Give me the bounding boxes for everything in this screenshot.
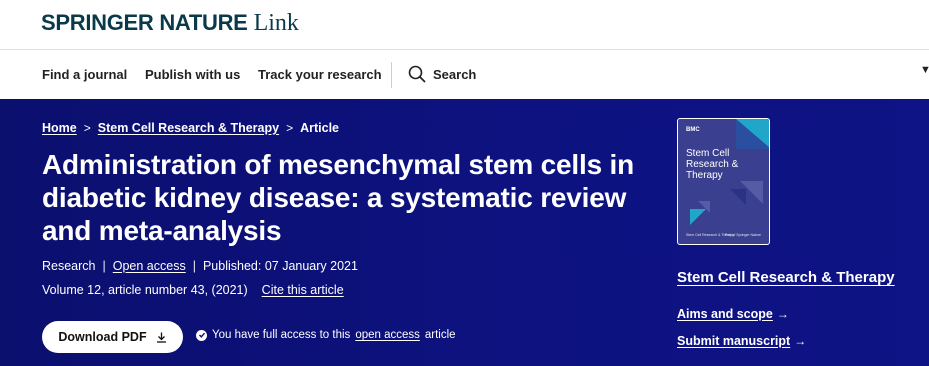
nav-publish-with-us[interactable]: Publish with us: [145, 67, 240, 82]
breadcrumb-journal[interactable]: Stem Cell Research & Therapy: [98, 121, 279, 135]
check-circle-icon: [196, 329, 207, 341]
aims-scope-link[interactable]: Aims and scope →: [677, 307, 789, 321]
journal-name-link[interactable]: Stem Cell Research & Therapy: [677, 269, 895, 286]
search-button[interactable]: Search: [408, 65, 476, 83]
brand-bar: SPRINGER NATURE Link: [0, 0, 929, 50]
cover-publisher: BMC: [686, 127, 700, 133]
nav-divider: [391, 62, 392, 88]
journal-cover[interactable]: BMC Stem Cell Research & Therapy Stem Ce…: [677, 118, 770, 245]
arrow-right-icon: →: [794, 334, 807, 348]
cover-title: Stem Cell Research & Therapy: [686, 148, 739, 181]
access-suffix: article: [424, 329, 456, 341]
open-access-link[interactable]: Open access: [113, 259, 186, 273]
submit-manuscript-link[interactable]: Submit manuscript →: [677, 334, 806, 348]
access-notice: You have full access to this open access…: [196, 329, 456, 341]
article-title: Administration of mesenchymal stem cells…: [42, 149, 635, 246]
nav-find-journal[interactable]: Find a journal: [42, 67, 127, 82]
search-icon: [408, 65, 426, 83]
breadcrumb-home[interactable]: Home: [42, 121, 77, 135]
aims-scope-label: Aims and scope: [677, 307, 773, 321]
article-hero: Home > Stem Cell Research & Therapy > Ar…: [0, 99, 929, 366]
article-citation-line: Volume 12, article number 43, (2021) Cite…: [42, 283, 344, 297]
menu-caret-icon[interactable]: ▼: [920, 64, 929, 76]
download-icon: [156, 332, 166, 343]
search-label: Search: [433, 66, 477, 82]
meta-divider: |: [192, 259, 196, 273]
logo-product-text: Link: [253, 10, 299, 36]
breadcrumb: Home > Stem Cell Research & Therapy > Ar…: [42, 121, 339, 135]
meta-divider: |: [102, 259, 106, 273]
cover-decoration: [690, 119, 769, 225]
springer-nature-link-logo[interactable]: SPRINGER NATURE Link: [41, 10, 299, 37]
logo-brand-text: SPRINGER NATURE: [41, 10, 248, 35]
arrow-right-icon: →: [776, 307, 789, 321]
breadcrumb-current: Article: [300, 121, 339, 135]
cover-footer-right: Part of Springer Nature: [725, 233, 761, 237]
access-prefix: You have full access to this: [212, 329, 351, 341]
main-nav: Find a journal Publish with us Track you…: [0, 50, 929, 99]
chevron-right-icon: >: [286, 121, 294, 135]
chevron-right-icon: >: [83, 121, 91, 135]
article-meta: Research | Open access | Published: 07 J…: [42, 259, 358, 273]
volume-info: Volume 12, article number 43, (2021): [42, 283, 248, 297]
cite-article-link[interactable]: Cite this article: [262, 283, 344, 297]
download-pdf-label: Download PDF: [58, 330, 147, 344]
nav-track-research[interactable]: Track your research: [258, 67, 382, 82]
article-type: Research: [42, 259, 96, 273]
published-date: Published: 07 January 2021: [202, 259, 358, 273]
download-pdf-button[interactable]: Download PDF: [42, 321, 183, 353]
submit-manuscript-label: Submit manuscript: [677, 334, 791, 348]
access-open-access-link[interactable]: open access: [355, 329, 420, 341]
